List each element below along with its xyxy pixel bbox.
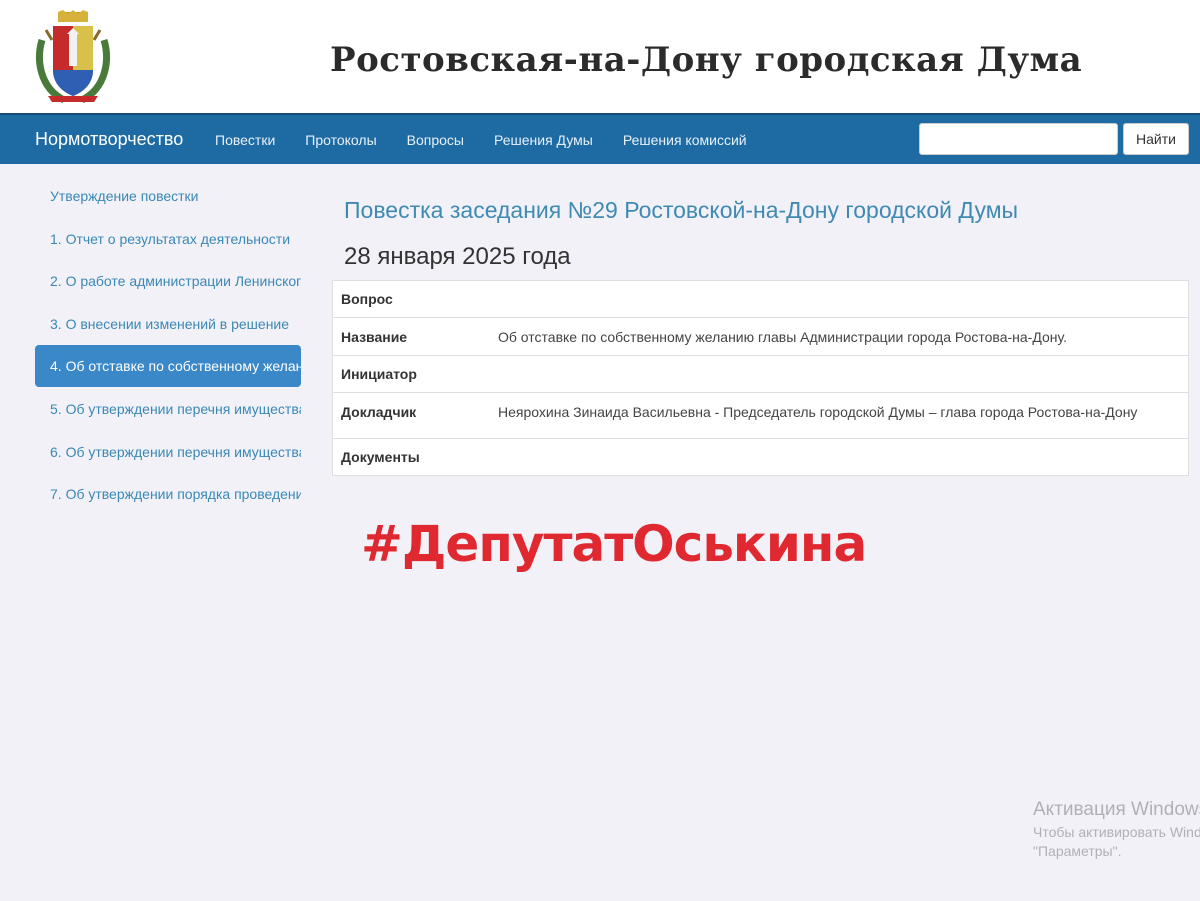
row-label: Докладчик: [332, 392, 490, 439]
search-button[interactable]: Найти: [1123, 123, 1189, 155]
nav-link-agendas[interactable]: Повестки: [215, 132, 275, 148]
nav-link-duma-decisions[interactable]: Решения Думы: [494, 132, 593, 148]
table-row: Документы: [332, 438, 1189, 476]
row-value: Неярохина Зинаида Васильевна - Председат…: [490, 392, 1189, 439]
nav-links: Повестки Протоколы Вопросы Решения Думы …: [215, 132, 777, 148]
hashtag-overlay: #ДепутатОськина: [361, 515, 867, 573]
agenda-sidebar: Утверждение повестки 1. Отчет о результа…: [35, 175, 301, 516]
row-value: [490, 355, 1189, 393]
sidebar-item-5[interactable]: 5. Об утверждении перечня имущества: [35, 388, 301, 430]
watermark-line-1: Чтобы активировать Windows,: [1033, 824, 1200, 840]
site-title: Ростовская-на-Дону городская Дума: [330, 40, 1083, 80]
meeting-date: 28 января 2025 года: [344, 243, 571, 270]
row-label: Инициатор: [332, 355, 490, 393]
sidebar-item-1[interactable]: 1. Отчет о результатах деятельности: [35, 218, 301, 260]
row-value: Об отставке по собственному желанию глав…: [490, 317, 1189, 356]
table-row: Вопрос: [333, 281, 1189, 318]
sidebar-item-2[interactable]: 2. О работе администрации Ленинского: [35, 260, 301, 302]
row-value: [490, 438, 1189, 476]
sidebar-item-4-active[interactable]: 4. Об отставке по собственному желанию: [35, 345, 301, 388]
search-input[interactable]: [919, 123, 1118, 155]
watermark-title: Активация Windows: [1033, 799, 1200, 820]
row-label: Название: [332, 317, 490, 356]
page-title: Повестка заседания №29 Ростовской-на-Дон…: [344, 197, 1019, 223]
nav-link-commission-decisions[interactable]: Решения комиссий: [623, 132, 747, 148]
site-header: Ростовская-на-Дону городская Дума: [0, 0, 1200, 113]
sidebar-item-3[interactable]: 3. О внесении изменений в решение: [35, 303, 301, 345]
sidebar-item-agenda-approval[interactable]: Утверждение повестки: [35, 175, 301, 217]
windows-activation-watermark: Активация Windows Чтобы активировать Win…: [1033, 799, 1200, 859]
table-row: Название Об отставке по собственному жел…: [332, 317, 1189, 356]
table-row: Инициатор: [332, 355, 1189, 393]
watermark-line-2: "Параметры".: [1033, 843, 1122, 859]
sidebar-item-7[interactable]: 7. Об утверждении порядка проведения: [35, 473, 301, 515]
table-row: Докладчик Неярохина Зинаида Васильевна -…: [332, 392, 1189, 439]
row-label: Документы: [332, 438, 490, 476]
main-navbar: Нормотворчество Повестки Протоколы Вопро…: [0, 113, 1200, 164]
row-label: Вопрос: [341, 291, 393, 307]
agenda-details-table: Вопрос Название Об отставке по собственн…: [332, 280, 1189, 476]
sidebar-item-6[interactable]: 6. Об утверждении перечня имущества: [35, 431, 301, 473]
city-coat-of-arms-icon: [36, 10, 110, 104]
row-value: [490, 281, 1189, 318]
nav-link-protocols[interactable]: Протоколы: [305, 132, 376, 148]
navbar-brand[interactable]: Нормотворчество: [35, 129, 183, 150]
nav-link-questions[interactable]: Вопросы: [407, 132, 464, 148]
